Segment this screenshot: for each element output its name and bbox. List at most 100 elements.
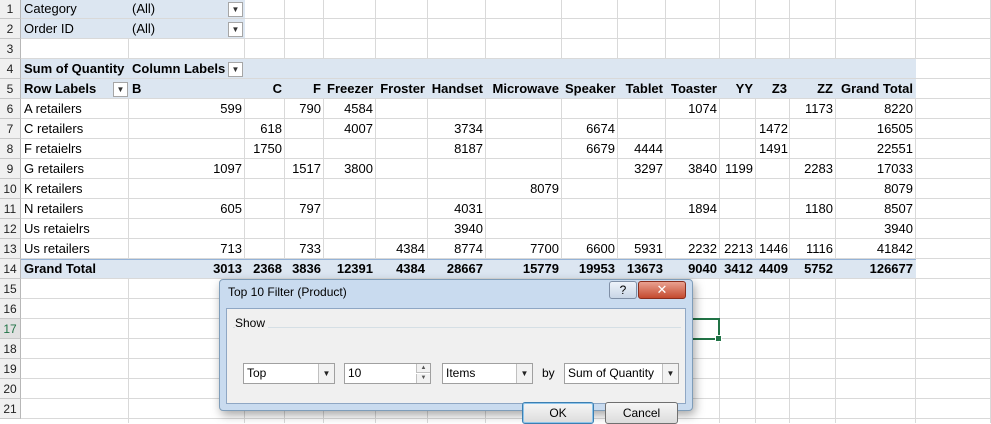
- row-header[interactable]: 8: [0, 139, 21, 159]
- data-cell[interactable]: 3940: [428, 219, 486, 239]
- data-cell[interactable]: 6600: [562, 239, 618, 259]
- filter-label[interactable]: Category: [21, 0, 129, 19]
- row-header[interactable]: 6: [0, 99, 21, 119]
- grand-total-cell[interactable]: 13673: [618, 259, 666, 279]
- data-cell[interactable]: 2232: [666, 239, 720, 259]
- data-cell[interactable]: 3297: [618, 159, 666, 179]
- spin-down-icon[interactable]: ▼: [416, 374, 430, 383]
- grand-total-cell[interactable]: 2368: [245, 259, 285, 279]
- row-header[interactable]: 3: [0, 39, 21, 59]
- grand-total-cell[interactable]: 12391: [324, 259, 376, 279]
- data-cell[interactable]: 2213: [720, 239, 756, 259]
- data-cell[interactable]: 1173: [790, 99, 836, 119]
- column-header[interactable]: Toaster: [666, 79, 720, 99]
- data-cell[interactable]: 8507: [836, 199, 916, 219]
- data-cell[interactable]: 1446: [756, 239, 790, 259]
- data-cell[interactable]: 3940: [836, 219, 916, 239]
- column-header[interactable]: ZZ: [790, 79, 836, 99]
- chevron-down-icon[interactable]: ▼: [228, 2, 243, 17]
- row-label[interactable]: N retailers: [21, 199, 129, 219]
- data-cell[interactable]: 8774: [428, 239, 486, 259]
- row-label[interactable]: F retaielrs: [21, 139, 129, 159]
- grand-total-cell[interactable]: 15779: [486, 259, 562, 279]
- chevron-down-icon[interactable]: ▼: [228, 22, 243, 37]
- data-cell[interactable]: 1116: [790, 239, 836, 259]
- column-header[interactable]: YY: [720, 79, 756, 99]
- data-cell[interactable]: 1517: [285, 159, 324, 179]
- grand-total-cell[interactable]: 4409: [756, 259, 790, 279]
- data-cell[interactable]: 4031: [428, 199, 486, 219]
- grand-total-cell[interactable]: 3412: [720, 259, 756, 279]
- data-cell[interactable]: 7700: [486, 239, 562, 259]
- row-header[interactable]: 20: [0, 379, 21, 399]
- row-label[interactable]: A retailers: [21, 99, 129, 119]
- data-cell[interactable]: 713: [129, 239, 245, 259]
- data-cell[interactable]: 17033: [836, 159, 916, 179]
- column-header[interactable]: Handset: [428, 79, 486, 99]
- grand-total-cell[interactable]: 19953: [562, 259, 618, 279]
- row-header[interactable]: 5: [0, 79, 21, 99]
- row-header[interactable]: 2: [0, 19, 21, 39]
- data-cell[interactable]: 1894: [666, 199, 720, 219]
- grand-total-label[interactable]: Grand Total: [21, 259, 129, 279]
- column-header[interactable]: Speaker: [562, 79, 618, 99]
- count-spinner[interactable]: 10 ▲ ▼: [344, 363, 431, 384]
- row-label[interactable]: Us retailers: [21, 239, 129, 259]
- type-select[interactable]: Items ▼: [442, 363, 533, 384]
- chevron-down-icon[interactable]: ▼: [318, 364, 334, 383]
- data-cell[interactable]: 8187: [428, 139, 486, 159]
- row-header[interactable]: 4: [0, 59, 21, 79]
- row-header[interactable]: 13: [0, 239, 21, 259]
- row-header[interactable]: 9: [0, 159, 21, 179]
- spin-up-icon[interactable]: ▲: [416, 364, 430, 373]
- row-header[interactable]: 18: [0, 339, 21, 359]
- data-cell[interactable]: 8220: [836, 99, 916, 119]
- column-header[interactable]: Z3: [756, 79, 790, 99]
- filter-label[interactable]: Order ID: [21, 19, 129, 39]
- data-cell[interactable]: 4384: [376, 239, 428, 259]
- data-cell[interactable]: 8079: [486, 179, 562, 199]
- row-header[interactable]: 1: [0, 0, 21, 19]
- row-header[interactable]: 17: [0, 319, 21, 339]
- data-cell[interactable]: 2283: [790, 159, 836, 179]
- column-header[interactable]: Grand Total: [836, 79, 916, 99]
- grand-total-cell[interactable]: 28667: [428, 259, 486, 279]
- data-cell[interactable]: 1199: [720, 159, 756, 179]
- direction-select[interactable]: Top ▼: [243, 363, 335, 384]
- row-label[interactable]: C retailers: [21, 119, 129, 139]
- row-header[interactable]: 10: [0, 179, 21, 199]
- field-select[interactable]: Sum of Quantity ▼: [564, 363, 679, 384]
- data-cell[interactable]: 16505: [836, 119, 916, 139]
- column-header[interactable]: F: [285, 79, 324, 99]
- data-cell[interactable]: 605: [129, 199, 245, 219]
- grand-total-cell[interactable]: 3836: [285, 259, 324, 279]
- data-cell[interactable]: 790: [285, 99, 324, 119]
- ok-button[interactable]: OK: [522, 402, 594, 424]
- grand-total-cell[interactable]: 5752: [790, 259, 836, 279]
- grand-total-cell[interactable]: 126677: [836, 259, 916, 279]
- data-cell[interactable]: 4444: [618, 139, 666, 159]
- row-header[interactable]: 15: [0, 279, 21, 299]
- data-cell[interactable]: 6679: [562, 139, 618, 159]
- data-cell[interactable]: 3734: [428, 119, 486, 139]
- help-button[interactable]: ?: [609, 281, 637, 299]
- data-cell[interactable]: 1180: [790, 199, 836, 219]
- data-cell[interactable]: 4007: [324, 119, 376, 139]
- data-cell[interactable]: 797: [285, 199, 324, 219]
- data-cell[interactable]: 733: [285, 239, 324, 259]
- data-cell[interactable]: 618: [245, 119, 285, 139]
- row-header[interactable]: 14: [0, 259, 21, 279]
- data-cell[interactable]: 22551: [836, 139, 916, 159]
- column-header[interactable]: Froster: [376, 79, 428, 99]
- values-label[interactable]: Sum of Quantity: [21, 59, 129, 79]
- row-header[interactable]: 16: [0, 299, 21, 319]
- row-header[interactable]: 7: [0, 119, 21, 139]
- data-cell[interactable]: 3840: [666, 159, 720, 179]
- data-cell[interactable]: 8079: [836, 179, 916, 199]
- close-button[interactable]: ✕: [638, 281, 686, 299]
- column-header[interactable]: Tablet: [618, 79, 666, 99]
- cancel-button[interactable]: Cancel: [605, 402, 678, 424]
- data-cell[interactable]: 41842: [836, 239, 916, 259]
- row-header[interactable]: 19: [0, 359, 21, 379]
- chevron-down-icon[interactable]: ▼: [516, 364, 532, 383]
